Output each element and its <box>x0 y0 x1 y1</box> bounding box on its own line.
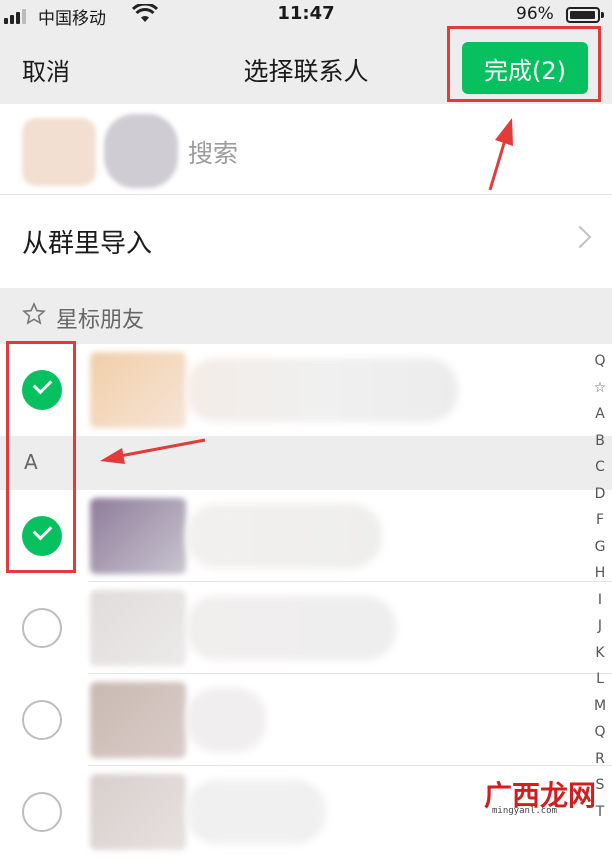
battery-percent: 96% <box>516 4 554 24</box>
search-bar[interactable]: 搜索 <box>0 104 612 195</box>
search-input[interactable]: 搜索 <box>188 134 238 170</box>
contact-name-redacted <box>186 780 326 844</box>
index-letter[interactable]: ☆ <box>588 375 612 402</box>
selected-avatar[interactable] <box>22 118 96 186</box>
contact-row[interactable] <box>0 674 612 766</box>
index-letter[interactable]: A <box>588 401 612 428</box>
index-letter[interactable]: L <box>588 666 612 693</box>
contact-avatar <box>90 498 186 574</box>
index-letter[interactable]: B <box>588 428 612 455</box>
contact-avatar <box>90 352 186 428</box>
contact-row[interactable] <box>0 490 612 582</box>
index-letter[interactable]: D <box>588 481 612 508</box>
section-header-a: A <box>0 436 612 490</box>
index-letter[interactable]: I <box>588 587 612 614</box>
index-letter[interactable]: R <box>588 746 612 773</box>
contact-avatar <box>90 774 186 850</box>
index-letter[interactable]: J <box>588 613 612 640</box>
chevron-right-icon <box>568 225 592 249</box>
checkbox-highlight-box <box>6 341 76 573</box>
contact-name-redacted <box>186 504 382 568</box>
battery-icon <box>566 7 600 23</box>
watermark-url: mingyanl.com <box>492 806 558 816</box>
contact-avatar <box>90 590 186 666</box>
contact-avatar <box>90 682 186 758</box>
star-icon <box>22 302 46 325</box>
contact-row[interactable] <box>0 582 612 674</box>
checkbox-unchecked[interactable] <box>22 608 62 648</box>
checkbox-unchecked[interactable] <box>22 700 62 740</box>
contact-name-redacted <box>186 358 458 422</box>
index-letter[interactable]: G <box>588 534 612 561</box>
index-letter[interactable]: H <box>588 560 612 587</box>
index-letter[interactable]: F <box>588 507 612 534</box>
contact-row[interactable] <box>0 344 612 436</box>
battery-tip <box>601 12 604 18</box>
index-letter[interactable]: M <box>588 693 612 720</box>
alphabet-index-bar[interactable]: Q ☆ A B C D F G H I J K L M Q R S T <box>588 348 612 825</box>
section-title: 星标朋友 <box>56 308 145 333</box>
checkbox-unchecked[interactable] <box>22 792 62 832</box>
index-letter[interactable]: Q <box>588 719 612 746</box>
selected-avatar[interactable] <box>104 114 178 188</box>
import-from-group-row[interactable]: 从群里导入 <box>0 195 612 287</box>
import-from-group-label: 从群里导入 <box>22 229 153 259</box>
section-header-starred: 星标朋友 <box>0 288 612 344</box>
done-highlight-box <box>447 26 601 102</box>
index-letter[interactable]: K <box>588 640 612 667</box>
contact-name-redacted <box>186 596 396 660</box>
contact-name-redacted <box>186 688 266 752</box>
index-letter[interactable]: C <box>588 454 612 481</box>
index-letter[interactable]: Q <box>588 348 612 375</box>
